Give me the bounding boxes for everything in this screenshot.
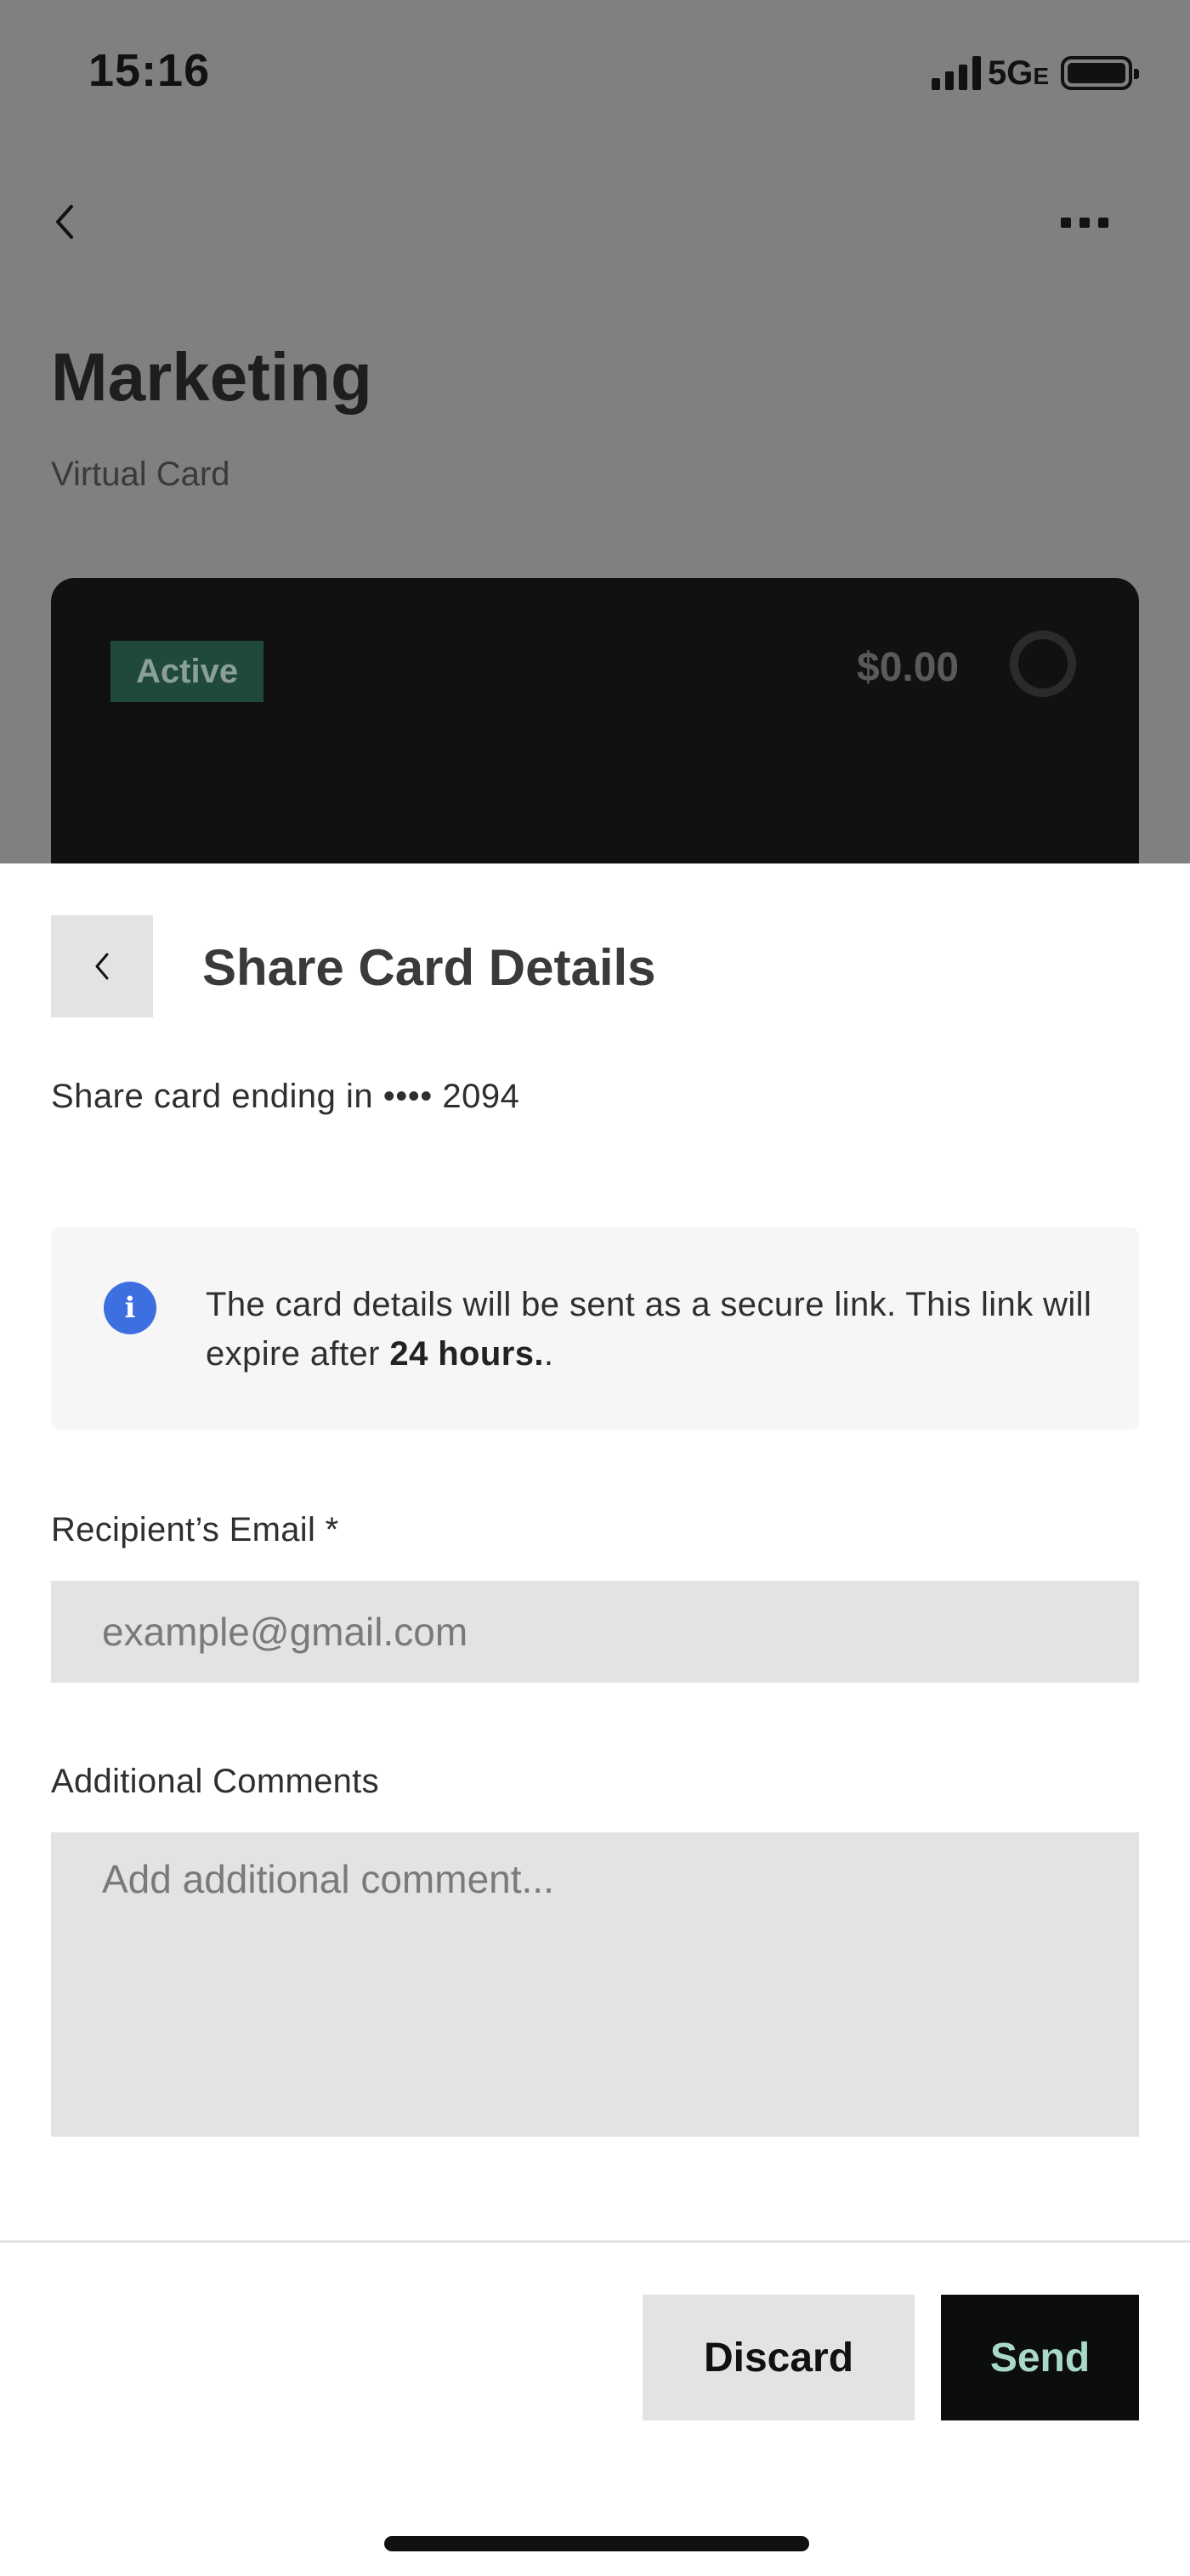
sheet-title: Share Card Details	[202, 939, 656, 996]
additional-comments-input[interactable]	[51, 1832, 1139, 2137]
chevron-left-icon	[95, 953, 109, 980]
send-button[interactable]: Send	[941, 2295, 1139, 2420]
info-text: The card details will be sent as a secur…	[206, 1286, 1092, 1373]
more-options-icon[interactable]	[1061, 218, 1108, 228]
discard-button[interactable]: Discard	[643, 2295, 915, 2420]
card-ending-text: Share card ending in •••• 2094	[51, 1078, 520, 1115]
footer-divider	[0, 2240, 1190, 2243]
battery-icon	[1061, 56, 1140, 90]
info-text-bold: 24 hours.	[389, 1335, 544, 1373]
sheet-back-button[interactable]	[51, 915, 153, 1017]
home-indicator	[384, 2536, 809, 2551]
signal-icon	[932, 56, 981, 90]
info-banner: i The card details will be sent as a sec…	[51, 1227, 1139, 1430]
email-label: Recipient’s Email *	[51, 1511, 339, 1548]
page-subtitle: Virtual Card	[51, 456, 230, 493]
back-icon[interactable]	[48, 201, 82, 243]
screen: 15:16 5GE Marketing Virtual Card Active …	[0, 0, 1190, 2576]
card-ring-icon	[1010, 631, 1076, 697]
info-icon: i	[104, 1282, 156, 1334]
status-time: 15:16	[88, 45, 211, 96]
network-label: 5GE	[988, 54, 1050, 92]
status-badge: Active	[110, 641, 264, 702]
share-card-sheet: Share Card Details Share card ending in …	[0, 863, 1190, 2576]
comments-label: Additional Comments	[51, 1763, 379, 1800]
status-indicators: 5GE	[932, 54, 1140, 92]
recipient-email-input[interactable]	[51, 1581, 1139, 1683]
background-page: 15:16 5GE Marketing Virtual Card Active …	[0, 0, 1190, 935]
page-title: Marketing	[51, 339, 372, 415]
card-balance: $0.00	[857, 645, 960, 690]
